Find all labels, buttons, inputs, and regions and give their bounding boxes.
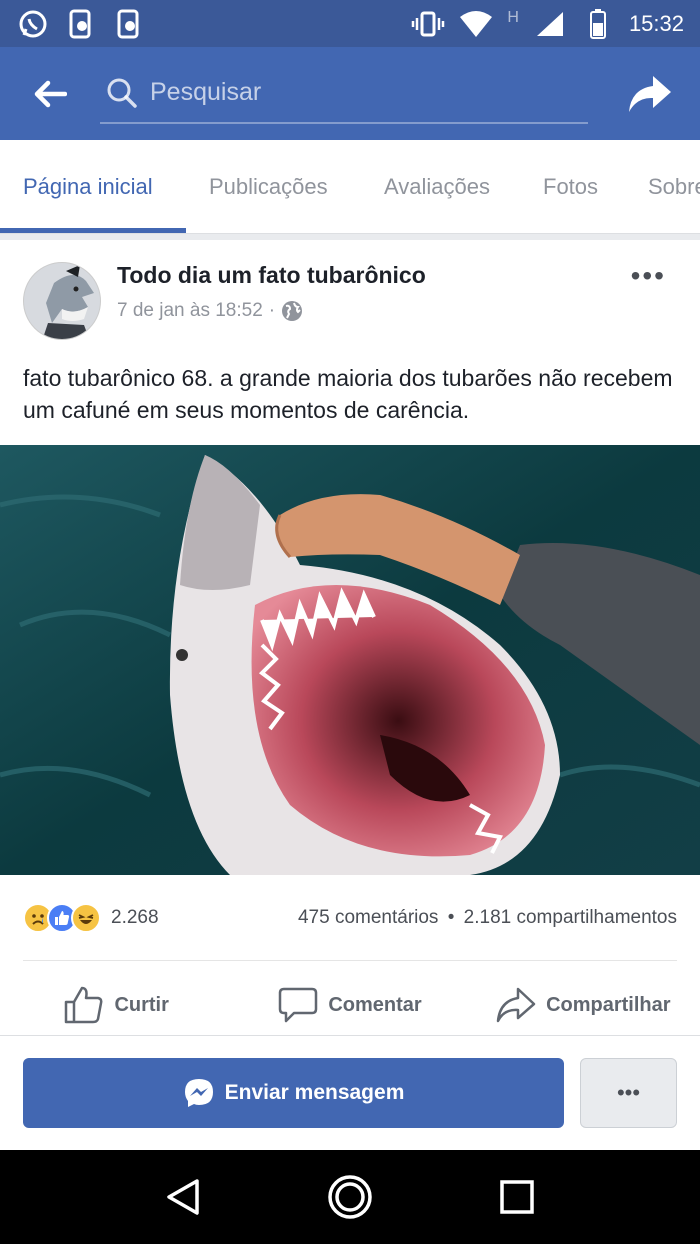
system-nav-bar <box>0 1150 700 1244</box>
nav-home-button[interactable] <box>325 1172 375 1222</box>
post-card: Todo dia um fato tubarônico 7 de jan às … <box>0 240 700 1035</box>
share-arrow-icon <box>496 987 536 1023</box>
share-post-button[interactable]: Compartilhar <box>467 975 700 1035</box>
globe-icon <box>282 301 303 321</box>
post-options-button[interactable]: ••• <box>631 260 666 292</box>
like-label: Curtir <box>114 993 169 1016</box>
send-message-label: Enviar mensagem <box>224 1081 405 1104</box>
network-type: H <box>507 8 519 26</box>
share-arrow-icon <box>629 75 671 112</box>
tab-about[interactable]: Sobre <box>648 140 700 233</box>
comment-bubble-icon <box>279 987 318 1023</box>
nav-recents-button[interactable] <box>492 1172 542 1222</box>
circle-home-icon <box>328 1175 372 1219</box>
arrow-left-icon <box>34 80 67 107</box>
thumbs-up-icon <box>65 986 103 1024</box>
search-icon <box>107 78 137 108</box>
page-name[interactable]: Todo dia um fato tubarônico <box>117 262 426 289</box>
wifi-icon <box>459 7 493 41</box>
comment-label: Comentar <box>328 993 422 1016</box>
share-label: Compartilhar <box>546 993 671 1016</box>
tab-posts[interactable]: Publicações <box>209 140 328 233</box>
messenger-icon <box>184 1079 213 1107</box>
post-photo[interactable] <box>0 445 700 875</box>
meta-separator: · <box>268 300 276 321</box>
triangle-back-icon <box>167 1179 200 1215</box>
status-bar: H 15:32 <box>0 0 700 47</box>
post-text: fato tubarônico 68. a grande maioria dos… <box>23 365 673 423</box>
tab-home[interactable]: Página inicial <box>23 140 153 233</box>
like-button[interactable]: Curtir <box>0 975 233 1035</box>
search-box[interactable] <box>100 64 588 124</box>
share-button[interactable] <box>600 47 700 140</box>
more-options-button[interactable]: ••• <box>580 1058 677 1128</box>
whatsapp-icon <box>16 7 50 41</box>
post-actions: Curtir Comentar Compartilhar <box>0 975 700 1035</box>
divider <box>23 960 677 961</box>
clock: 15:32 <box>628 10 684 36</box>
search-input[interactable] <box>150 78 570 107</box>
post-timestamp[interactable]: 7 de jan às 18:52 <box>117 300 263 322</box>
page-tabs: Página inicial Publicações Avaliações Fo… <box>0 140 700 234</box>
notification-icons <box>16 7 146 41</box>
avatar[interactable] <box>23 262 101 340</box>
tab-reviews[interactable]: Avaliações <box>384 140 490 233</box>
signal-icon <box>533 7 567 41</box>
share-count[interactable]: 2.181 compartilhamentos <box>464 907 677 928</box>
nav-back-button[interactable] <box>158 1172 208 1222</box>
comment-button[interactable]: Comentar <box>233 975 466 1035</box>
engagement-counts: 475 comentários • 2.181 compartilhamento… <box>298 907 677 929</box>
reaction-icons[interactable] <box>23 903 101 933</box>
post-meta: 7 de jan às 18:52 · <box>117 300 303 322</box>
phone-lock-icon <box>112 7 146 41</box>
haha-reaction-icon <box>71 903 101 933</box>
vibrate-icon <box>411 7 445 41</box>
phone-lock-icon <box>64 7 98 41</box>
active-tab-indicator <box>0 228 186 233</box>
tab-photos[interactable]: Fotos <box>543 140 598 233</box>
battery-icon <box>581 7 615 41</box>
comment-count[interactable]: 475 comentários <box>298 907 438 928</box>
reaction-count[interactable]: 2.268 <box>111 907 159 929</box>
send-message-button[interactable]: Enviar mensagem <box>23 1058 564 1128</box>
count-separator: • <box>447 907 455 928</box>
message-bar: Enviar mensagem ••• <box>0 1035 700 1150</box>
app-header <box>0 47 700 140</box>
reactions-summary: 2.268 475 comentários • 2.181 compartilh… <box>23 900 677 936</box>
square-recents-icon <box>499 1180 534 1214</box>
back-button[interactable] <box>0 47 100 140</box>
